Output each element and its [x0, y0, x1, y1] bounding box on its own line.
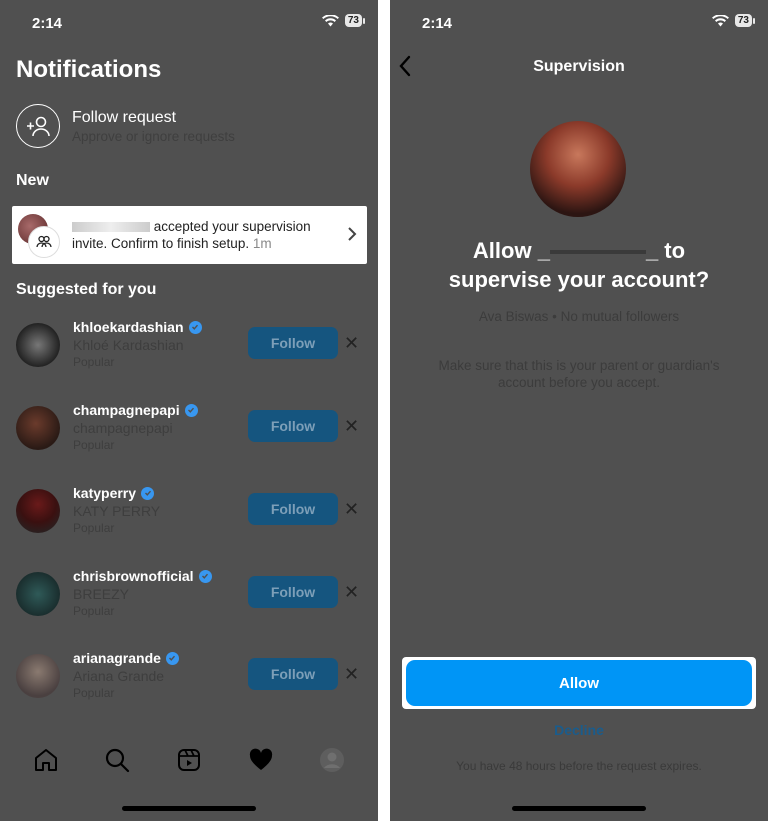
redacted-username [549, 250, 646, 255]
notification-time: 1m [252, 236, 272, 251]
suggestion-tag: Popular [73, 521, 115, 535]
verified-icon [141, 486, 155, 500]
add-person-icon [16, 104, 60, 148]
follow-button[interactable]: Follow [248, 576, 338, 608]
suggestion-tag: Popular [73, 355, 115, 369]
status-bar: 2:14 73 [0, 12, 378, 36]
follow-button[interactable]: Follow [248, 493, 338, 525]
suggestion-row[interactable]: champagnepapi champagnepapi Popular Foll… [16, 402, 362, 458]
suggestion-username: katyperry [73, 485, 137, 501]
close-icon[interactable]: ✕ [344, 664, 359, 685]
profile-photo [530, 121, 626, 217]
status-time: 2:14 [32, 15, 63, 32]
verified-icon [184, 403, 198, 417]
profile-meta: Ava Biswas • No mutual followers [478, 309, 680, 324]
guardian-note: Make sure that this is your parent or gu… [438, 358, 720, 390]
suggestion-row[interactable]: katyperry KATY PERRY Popular Follow ✕ [16, 485, 362, 541]
decline-button[interactable]: Decline [390, 722, 768, 738]
section-suggested: Suggested for you [16, 281, 157, 298]
battery-icon: 73 [734, 14, 756, 27]
suggestion-name: Khloé Kardashian [73, 337, 184, 353]
status-bar: 2:14 73 [390, 12, 768, 36]
suggestion-row[interactable]: chrisbrownofficial BREEZY Popular Follow… [16, 568, 362, 624]
section-new: New [16, 172, 49, 189]
status-time: 2:14 [422, 15, 453, 32]
suggestion-tag: Popular [73, 686, 115, 700]
home-indicator [512, 806, 646, 811]
wifi-icon [321, 14, 339, 26]
close-icon[interactable]: ✕ [344, 333, 359, 354]
avatar [16, 489, 60, 533]
allow-button[interactable]: Allow [406, 660, 752, 706]
page-title: Notifications [16, 56, 162, 83]
suggestion-row[interactable]: arianagrande Ariana Grande Popular Follo… [16, 650, 362, 706]
wifi-icon [711, 14, 729, 26]
follow-button[interactable]: Follow [248, 410, 338, 442]
expiry-note: You have 48 hours before the request exp… [456, 759, 702, 773]
search-icon[interactable] [104, 747, 130, 773]
follow-button[interactable]: Follow [248, 658, 338, 690]
supervision-screen: 2:14 73 Supervision Allow _ _ to supervis… [390, 0, 768, 821]
verified-icon [188, 320, 202, 334]
follow-request-subtitle: Approve or ignore requests [72, 128, 235, 144]
avatar [16, 654, 60, 698]
close-icon[interactable]: ✕ [344, 416, 359, 437]
supervision-notification[interactable]: accepted your supervision invite. Confir… [12, 206, 367, 264]
suggestion-tag: Popular [73, 438, 115, 452]
nav-title: Supervision [533, 58, 625, 75]
battery-icon: 73 [344, 14, 366, 27]
home-icon[interactable] [33, 747, 59, 773]
suggestion-tag: Popular [73, 604, 115, 618]
allow-highlight: Allow [402, 657, 756, 709]
suggestion-name: KATY PERRY [73, 503, 161, 519]
avatar [16, 572, 60, 616]
home-indicator [122, 806, 256, 811]
verified-icon [198, 569, 212, 583]
follow-request-row[interactable]: Follow request Approve or ignore request… [16, 104, 235, 148]
tab-bar [0, 740, 378, 780]
suggestion-name: Ariana Grande [73, 668, 165, 684]
follow-button[interactable]: Follow [248, 327, 338, 359]
close-icon[interactable]: ✕ [344, 499, 359, 520]
verified-icon [165, 651, 179, 665]
supervision-icon [28, 226, 60, 258]
suggestion-username: chrisbrownofficial [73, 568, 194, 584]
suggestion-username: khloekardashian [73, 319, 184, 335]
heart-icon[interactable] [248, 747, 274, 773]
reels-icon[interactable] [176, 747, 202, 773]
suggestion-username: champagnepapi [73, 402, 180, 418]
avatar [16, 323, 60, 367]
suggestion-row[interactable]: khloekardashian Khloé Kardashian Popular… [16, 319, 362, 375]
chevron-right-icon [348, 227, 357, 241]
suggestion-name: champagnepapi [73, 420, 173, 436]
supervision-heading: Allow _ _ to supervise your account? [448, 238, 710, 292]
suggestion-username: arianagrande [73, 650, 161, 666]
close-icon[interactable]: ✕ [344, 582, 359, 603]
avatar [16, 406, 60, 450]
redacted-username [72, 222, 150, 233]
profile-icon[interactable] [319, 747, 345, 773]
notifications-screen: 2:14 73 Notifications Follow request App… [0, 0, 378, 821]
suggestion-name: BREEZY [73, 586, 130, 602]
follow-request-title: Follow request [72, 108, 177, 126]
